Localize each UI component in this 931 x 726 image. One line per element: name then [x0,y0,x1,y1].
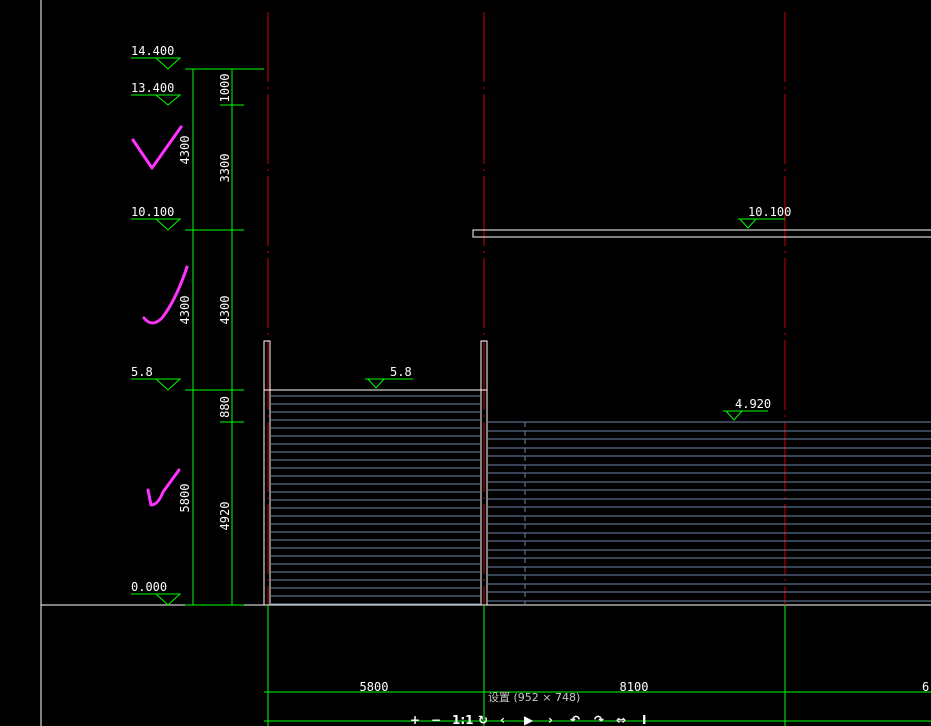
check-mark-icon [131,125,183,170]
toolbar-button[interactable]: › [548,713,553,726]
hatch-left [271,395,481,605]
level-text-0000: 0.000 [131,580,167,594]
dim-horizontal-5800: 5800 [360,680,389,694]
toolbar-button[interactable]: ↶ [570,713,580,726]
dim-outer-5800: 5800 [178,484,192,513]
dim-inner-4300: 4300 [218,296,232,325]
check-mark-icon [146,468,181,507]
level-text-13400: 13.400 [131,81,174,95]
viewer-caption: 设置 (952 × 748) [488,691,580,704]
level-text-10100-left: 10.100 [131,205,174,219]
dim-inner-4920: 4920 [218,502,232,531]
toolbar-button[interactable]: ↷ [594,713,604,726]
dim-outer-4300-mid: 4300 [178,296,192,325]
dim-inner-1000: 1000 [218,74,232,103]
toolbar-button[interactable]: ‹ [500,713,505,726]
toolbar-button[interactable]: ⇔ [616,713,626,726]
dim-outer-4300-top: 4300 [178,136,192,165]
toolbar-button[interactable]: I [642,713,646,726]
cad-elevation-drawing: 14.400 13.400 10.100 5.8 0.000 5.8 10.10… [40,0,931,726]
hatch-right [487,421,931,606]
toolbar-button[interactable]: + [410,713,420,726]
dim-inner-3300: 3300 [218,154,232,183]
level-text-5800-mid: 5.8 [390,365,412,379]
level-text-5800-left: 5.8 [131,365,153,379]
toolbar-button[interactable]: ▶ [524,713,534,726]
viewer-toolbar: + −1:1 ↻ ‹ ▶ › ↶ ↷ ⇔ I [410,713,646,726]
level-text-4920: 4.920 [735,397,771,411]
toolbar-button[interactable]: ↻ [478,713,488,726]
horizontal-dimensions [264,605,931,726]
level-text-10100-right: 10.100 [748,205,791,219]
left-building-outline [263,340,488,606]
level-text-14400: 14.400 [131,44,174,58]
dim-horizontal-8100: 8100 [620,680,649,694]
toolbar-button[interactable]: − [431,713,441,726]
dim-inner-880: 880 [218,396,232,418]
toolbar-button[interactable]: 1:1 [452,713,474,726]
roof-slab [472,229,931,238]
dim-horizontal-6: 6 [922,680,929,694]
